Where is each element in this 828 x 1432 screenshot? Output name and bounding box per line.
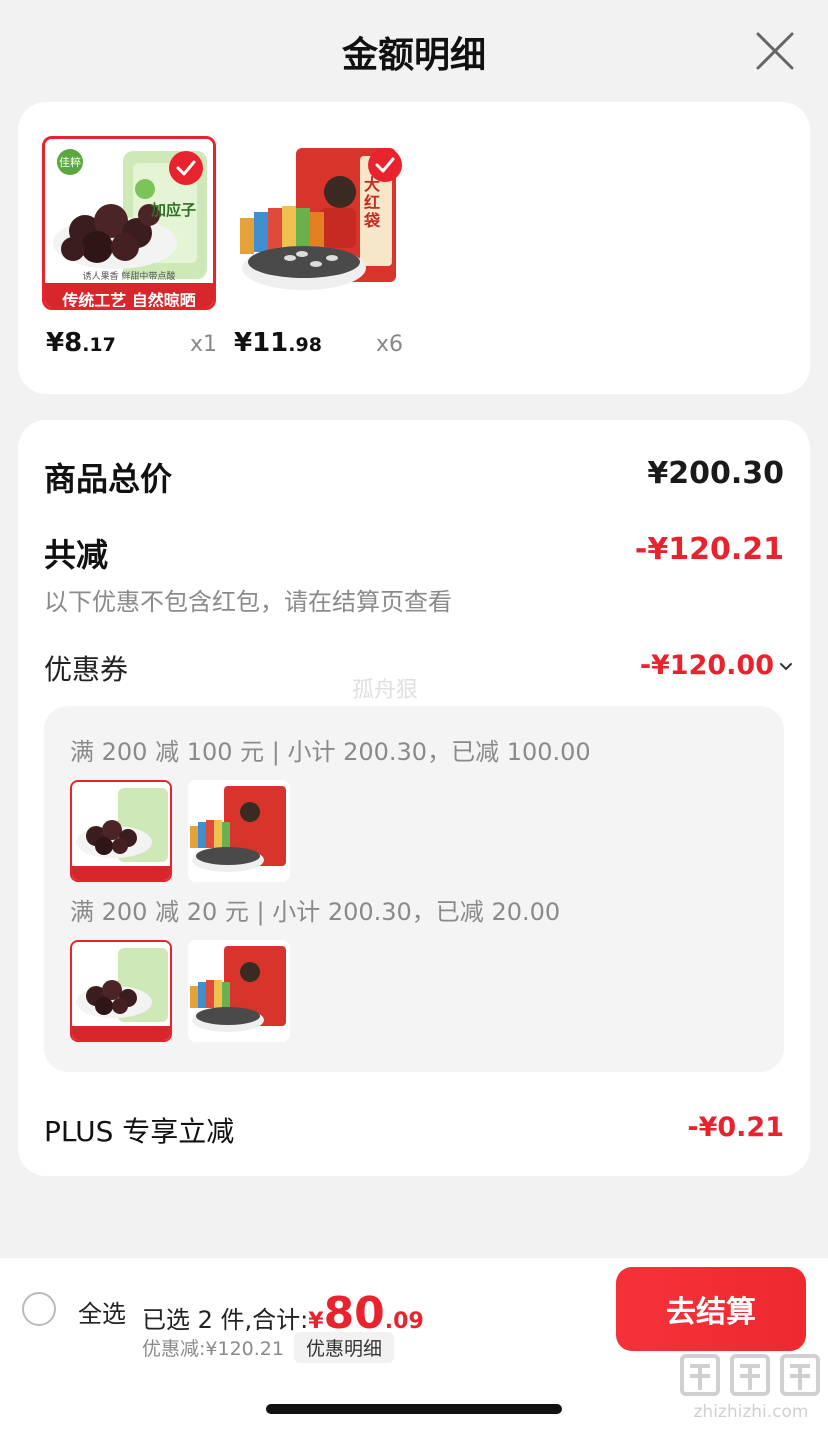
select-all-label[interactable]: 全选 bbox=[78, 1294, 126, 1329]
price-detail-card: 商品总价 ¥200.30 共减 -¥120.21 以下优惠不包含红包，请在结算页… bbox=[18, 420, 810, 1176]
reduce-note-row: 以下优惠不包含红包，请在结算页查看 bbox=[44, 582, 784, 617]
reduce-note: 以下优惠不包含红包，请在结算页查看 bbox=[44, 588, 452, 616]
coupon-tier-title: 满 200 减 20 元 | 小计 200.30，已减 20.00 bbox=[70, 898, 561, 926]
plus-value: -¥0.21 bbox=[687, 1112, 784, 1143]
tier-thumb-prune[interactable] bbox=[70, 940, 172, 1042]
coupon-value: -¥120.00 bbox=[639, 650, 774, 681]
discount-text: 优惠减:¥120.21 bbox=[142, 1338, 284, 1360]
site-watermark-text: zhizhizhi.com bbox=[693, 1402, 809, 1422]
product-qty: x6 bbox=[376, 332, 404, 357]
bag-label: 加应子 bbox=[151, 201, 197, 219]
product-price: ¥11.98 bbox=[234, 328, 322, 358]
chevron-down-icon[interactable] bbox=[778, 658, 794, 671]
product-price-row: ¥11.98 x6 bbox=[228, 328, 428, 368]
total-row: 商品总价 ¥200.30 bbox=[44, 454, 784, 500]
tier-thumb-sunflower-seeds[interactable] bbox=[188, 780, 290, 882]
brand-logo: 佳粹 bbox=[57, 149, 83, 175]
home-indicator bbox=[266, 1404, 562, 1414]
sheet-header: 金额明细 bbox=[0, 0, 828, 100]
coupon-tier-products bbox=[70, 780, 290, 882]
site-watermark: zhizhizhi.com bbox=[676, 1350, 826, 1430]
coupon-tier-products bbox=[70, 940, 290, 1042]
reduce-value: -¥120.21 bbox=[634, 532, 784, 567]
products-card: 佳粹 加应子 诱人果香 鲜甜中带点酸 传统工艺 自然晾晒 ¥8.17 x1 大红… bbox=[18, 102, 810, 394]
product-thumbnail-prune[interactable]: 佳粹 加应子 诱人果香 鲜甜中带点酸 传统工艺 自然晾晒 bbox=[42, 136, 216, 310]
check-icon[interactable] bbox=[169, 151, 203, 185]
bag-subtext: 诱人果香 鲜甜中带点酸 bbox=[82, 272, 176, 282]
plus-discount-row: PLUS 专享立减 -¥0.21 bbox=[44, 1110, 784, 1150]
selected-text: 已选 2 件,合计: bbox=[142, 1306, 309, 1334]
page-title: 金额明细 bbox=[341, 35, 486, 76]
checkout-button[interactable]: 去结算 bbox=[616, 1267, 806, 1351]
select-all-radio[interactable] bbox=[22, 1292, 56, 1326]
discount-summary: 优惠减:¥120.21 优惠明细 bbox=[142, 1332, 394, 1363]
product-item-sunflower-seeds[interactable]: 大红袋 bbox=[236, 136, 412, 310]
product-banner: 传统工艺 自然晾晒 bbox=[62, 291, 196, 310]
reduce-row: 共减 -¥120.21 bbox=[44, 530, 784, 576]
close-icon[interactable] bbox=[754, 30, 796, 72]
tier-thumb-prune[interactable] bbox=[70, 780, 172, 882]
product-thumbnail-sunflower-seeds[interactable]: 大红袋 bbox=[236, 136, 410, 310]
total-price: ¥80.09 bbox=[308, 1288, 424, 1339]
discount-detail-link[interactable]: 优惠明细 bbox=[293, 1332, 394, 1363]
total-value: ¥200.30 bbox=[647, 456, 784, 491]
product-qty: x1 bbox=[190, 332, 218, 357]
check-icon[interactable] bbox=[368, 148, 402, 182]
coupon-tier-title: 满 200 减 100 元 | 小计 200.30，已减 100.00 bbox=[70, 738, 591, 766]
image-watermark: 孤舟狠 bbox=[352, 678, 419, 703]
product-item-prune[interactable]: 佳粹 加应子 诱人果香 鲜甜中带点酸 传统工艺 自然晾晒 bbox=[42, 136, 218, 310]
plus-label: PLUS 专享立减 bbox=[44, 1115, 235, 1148]
coupon-detail-box: 满 200 减 100 元 | 小计 200.30，已减 100.00 满 20… bbox=[44, 706, 784, 1072]
tier-thumb-sunflower-seeds[interactable] bbox=[188, 940, 290, 1042]
bag-label: 大红袋 bbox=[364, 175, 381, 230]
product-price-row: ¥8.17 x1 bbox=[40, 328, 240, 368]
product-price: ¥8.17 bbox=[46, 328, 116, 358]
site-logo-icon bbox=[680, 1354, 820, 1396]
